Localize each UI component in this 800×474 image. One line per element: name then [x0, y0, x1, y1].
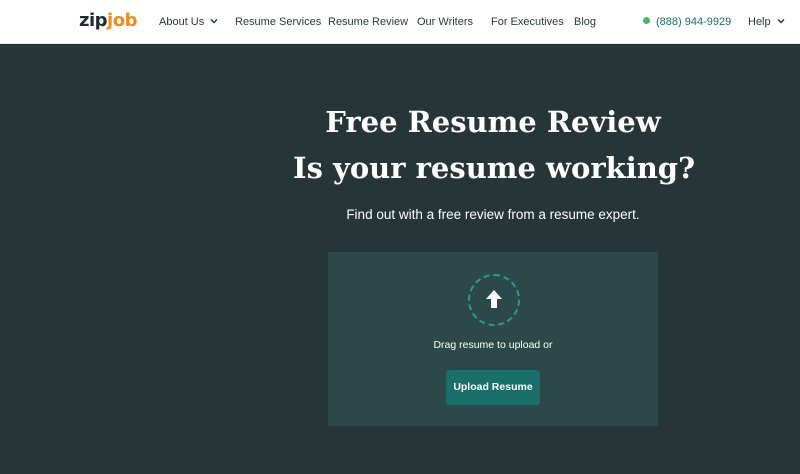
- nav-item-help[interactable]: Help: [748, 14, 786, 30]
- phone-link[interactable]: (888) 944-9929: [643, 14, 731, 30]
- phone-number: (888) 944-9929: [656, 16, 732, 28]
- nav-item-resume-services[interactable]: Resume Services: [235, 14, 321, 30]
- nav-item-label: Help: [748, 16, 771, 28]
- page-subtitle: Is your resume working?: [293, 151, 696, 185]
- logo-text-job: job: [107, 10, 137, 31]
- nav-item-label: Resume Review: [328, 16, 409, 28]
- nav-item-label: Our Writers: [417, 16, 474, 28]
- upload-icon-circle: [468, 274, 520, 326]
- resume-drop-zone[interactable]: Drag resume to upload or Upload Resume: [328, 252, 658, 426]
- upload-arrow-icon: [486, 290, 502, 308]
- top-navigation-bar: zipjob About Us Resume Services Resume R…: [0, 0, 800, 44]
- nav-item-label: Resume Services: [235, 16, 322, 28]
- logo-text-zip: zip: [79, 10, 108, 31]
- hero-description: Find out with a free review from a resum…: [346, 207, 640, 222]
- nav-item-for-executives[interactable]: For Executives: [491, 14, 564, 30]
- nav-item-resume-review[interactable]: Resume Review: [328, 14, 408, 30]
- zipjob-logo[interactable]: zipjob: [79, 10, 137, 32]
- nav-item-our-writers[interactable]: Our Writers: [417, 14, 473, 30]
- nav-item-about-us[interactable]: About Us: [159, 14, 219, 30]
- chevron-down-icon: [777, 18, 785, 24]
- nav-item-blog[interactable]: Blog: [574, 14, 596, 30]
- nav-item-label: Blog: [574, 16, 597, 28]
- online-status-dot-icon: [643, 17, 650, 24]
- drag-instruction: Drag resume to upload or: [433, 339, 553, 351]
- nav-item-label: For Executives: [491, 16, 564, 28]
- page-title: Free Resume Review: [325, 105, 661, 139]
- upload-resume-button[interactable]: Upload Resume: [446, 370, 540, 405]
- nav-item-label: About Us: [159, 16, 205, 28]
- chevron-down-icon: [210, 18, 218, 24]
